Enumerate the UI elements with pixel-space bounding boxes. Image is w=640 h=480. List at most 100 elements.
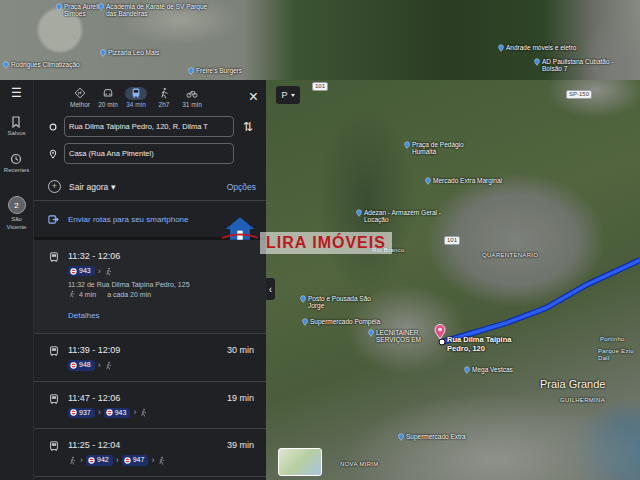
swap-button[interactable]: ⇅ <box>238 120 258 134</box>
map-label[interactable]: Mega Vestcas <box>464 366 513 374</box>
map-label-text: Andrade móveis e eletro <box>506 44 576 51</box>
destination-field[interactable]: Casa (Rua Ana Pimentel) <box>64 143 234 164</box>
leg-separator: › <box>98 408 101 417</box>
map-label[interactable]: Praça de Pedágio Humaitá <box>404 141 482 156</box>
map-label-text: Mega Vestcas <box>472 366 513 373</box>
route-option[interactable]: 11:25 - 12:04 39 min › 942› 947› <box>34 429 266 476</box>
rail-item[interactable]: Recentes <box>4 153 29 174</box>
map-label[interactable]: Rodrigues Climatização <box>3 61 80 69</box>
mode-label: 34 min <box>126 101 146 108</box>
route-head: 11:25 - 12:04 39 min <box>68 440 254 450</box>
map-label-text: Praia Grande <box>540 378 605 391</box>
account[interactable]: 2 São Vicente <box>1 196 33 230</box>
walk-icon <box>68 456 77 465</box>
details-link[interactable]: Detalhes <box>68 311 100 320</box>
map-label[interactable]: Posto e Pousada São Jorge <box>300 295 372 310</box>
route-legs: 943› <box>68 266 254 276</box>
map-label[interactable]: Praia Grande <box>540 378 605 391</box>
depart-row: + Sair agora ▾ Opções <box>34 164 266 201</box>
layer-thumbnail[interactable] <box>278 448 322 476</box>
route-legs: › 942› 947› <box>68 455 254 465</box>
map-label[interactable]: Pizzaria Leo Mais <box>100 49 159 57</box>
map-label[interactable]: Portinho <box>600 336 625 343</box>
map-label[interactable]: Parque Ezio Dall <box>598 348 636 362</box>
place-pin-icon <box>398 433 404 441</box>
avatar-badge: 2 <box>8 196 26 214</box>
menu-button[interactable]: ☰ <box>11 86 22 100</box>
walk-icon <box>139 408 148 417</box>
route-fields: Rua Dilma Taipina Pedro, 120, R. Dilma T… <box>34 112 266 164</box>
place-pin-icon <box>498 44 504 52</box>
depart-dropdown[interactable]: Sair agora ▾ <box>69 182 116 192</box>
bus-logo-icon <box>124 457 131 464</box>
map-label-text: Supermercado Pompéia <box>310 318 380 325</box>
map-label[interactable]: NOVA MIRIM <box>340 461 379 468</box>
mode-icon-wrap <box>125 87 147 100</box>
route-option[interactable]: 11:32 - 12:06 943› 11:32 de Rua Dilma Ta… <box>34 240 266 334</box>
map-label[interactable]: LECNITAINER SERVIÇOS EM <box>368 329 434 344</box>
layer-button[interactable]: P <box>276 86 300 104</box>
location-pin-icon[interactable] <box>434 324 446 340</box>
map-label-text: Adezan - Armazém Geral - Locação <box>364 209 454 224</box>
map-label[interactable]: 101 <box>444 236 460 245</box>
close-button[interactable]: × <box>249 89 258 105</box>
bus-logo-icon <box>88 457 95 464</box>
bus-line-badge: 943 <box>104 408 131 418</box>
route-legs: 937› 943› <box>68 408 254 418</box>
mode-tab[interactable]: 34 min <box>122 87 150 108</box>
route-times: 11:47 - 12:06 <box>68 393 120 403</box>
options-link[interactable]: Opções <box>227 182 256 192</box>
map-label[interactable]: Mercado Extra Marginal <box>425 177 502 185</box>
route-body: 11:32 - 12:06 943› 11:32 de Rua Dilma Ta… <box>68 251 254 320</box>
leg-separator: › <box>80 456 83 465</box>
route-list: 11:32 - 12:06 943› 11:32 de Rua Dilma Ta… <box>34 240 266 477</box>
place-pin-icon <box>464 366 470 374</box>
map-label-text: QUARENTENARIO <box>482 252 538 259</box>
place-pin-icon <box>368 329 374 337</box>
bus-line-number: 948 <box>79 361 91 369</box>
bus-logo-icon <box>70 362 77 369</box>
route-duration: 39 min <box>227 440 254 450</box>
map-label-text: Mercado Extra Marginal <box>433 177 502 184</box>
main-area: ☰ Salvos Recentes 2 São Vicente Melhor 2… <box>0 80 640 480</box>
map-label[interactable]: Supermercado Extra <box>398 433 466 441</box>
mode-icon-wrap <box>97 87 119 100</box>
route-body: 11:47 - 12:06 19 min 937› 943› <box>68 393 254 418</box>
map-label[interactable]: GUILHERMINA <box>560 397 605 404</box>
map-label-text: Posto e Pousada São Jorge <box>308 295 372 310</box>
leg-separator: › <box>98 267 101 276</box>
map-label-text: Parque Ezio Dall <box>598 348 636 362</box>
route-option[interactable]: 11:39 - 12:09 30 min 948› <box>34 334 266 381</box>
mode-tab[interactable]: 31 min <box>178 87 206 108</box>
map-label[interactable]: Freire's Burgers <box>188 67 242 75</box>
side-rail: ☰ Salvos Recentes 2 São Vicente <box>0 80 34 480</box>
add-stop-button[interactable]: + <box>48 180 61 193</box>
map-label[interactable]: Adezan - Armazém Geral - Locação <box>356 209 454 224</box>
travel-modes: Melhor 20 min 34 min 2h7 31 min × <box>34 80 266 112</box>
map-canvas[interactable]: Rua Dilma Taipina Pedro, 120 P ‹ <box>266 80 640 480</box>
watermark: LIRA IMÓVEIS <box>222 214 392 242</box>
map-label-text: 101 <box>315 83 325 90</box>
collapse-panel-button[interactable]: ‹ <box>266 278 275 300</box>
origin-field[interactable]: Rua Dilma Taipina Pedro, 120, R. Dilma T <box>64 116 234 137</box>
route-option[interactable]: 11:47 - 12:06 19 min 937› 943› <box>34 382 266 429</box>
rail-item[interactable]: Salvos <box>7 116 25 137</box>
route-head: 11:47 - 12:06 19 min <box>68 393 254 403</box>
map-label[interactable]: AD Paulistana Cubatão - Bolsão 7 <box>534 58 630 73</box>
map-label[interactable]: Andrade móveis e eletro <box>498 44 576 52</box>
place-pin-icon <box>302 318 308 326</box>
map-label-text: Supermercado Extra <box>406 433 466 440</box>
map-label-text: Praça de Pedágio Humaitá <box>412 141 482 156</box>
mode-icon-wrap <box>69 87 91 100</box>
map-label[interactable]: SP-150 <box>566 90 592 99</box>
mode-tab[interactable]: Melhor <box>66 87 94 108</box>
map-label[interactable]: Academia de Karatê de SV Parque das Band… <box>98 3 210 18</box>
route-meta: 4 min a cada 20 min <box>68 290 254 298</box>
map-label[interactable]: 101 <box>312 82 328 91</box>
mode-tab[interactable]: 2h7 <box>150 87 178 108</box>
walk-icon <box>158 87 170 99</box>
map-label[interactable]: QUARENTENARIO <box>482 252 538 259</box>
mode-tab[interactable]: 20 min <box>94 87 122 108</box>
map-label[interactable]: Supermercado Pompéia <box>302 318 380 326</box>
origin-icon <box>48 122 58 132</box>
